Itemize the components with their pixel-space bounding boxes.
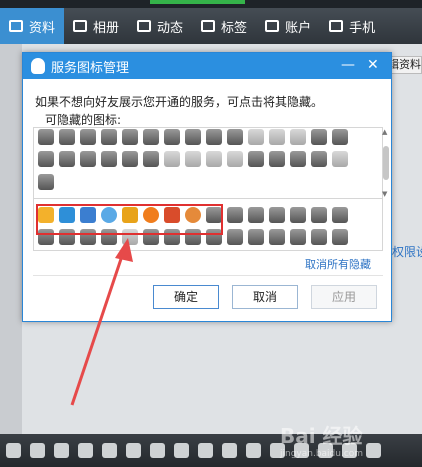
red-pointer-arrow bbox=[70, 238, 133, 406]
